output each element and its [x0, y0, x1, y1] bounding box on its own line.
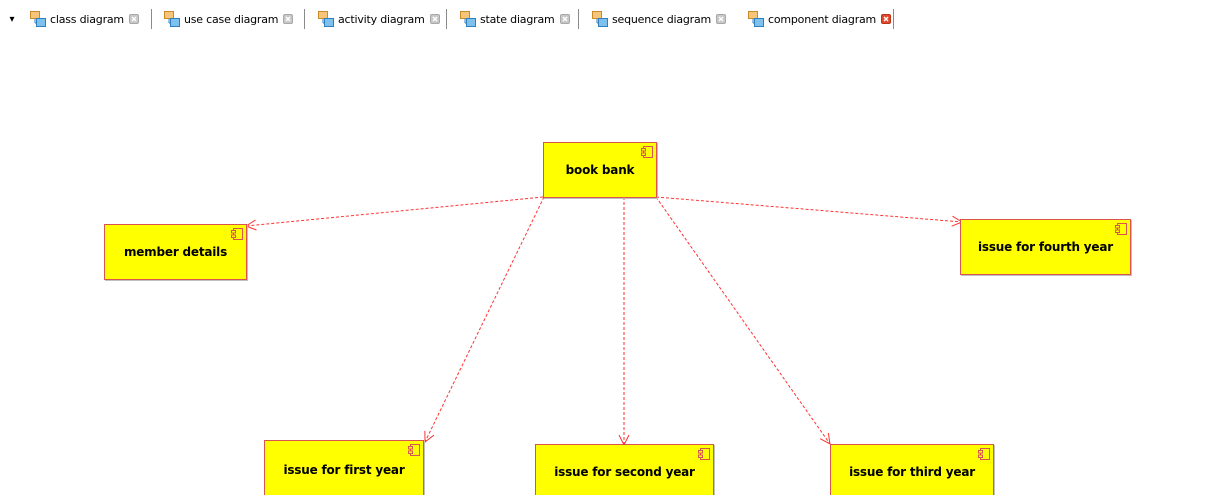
tab-use-case-diagram[interactable]: use case diagram: [164, 9, 293, 29]
tab-activity-diagram[interactable]: activity diagram: [318, 9, 440, 29]
component-icon: [408, 444, 420, 456]
component-name: book bank: [565, 163, 635, 177]
tab-sequence-diagram[interactable]: sequence diagram: [592, 9, 726, 29]
tab-separator: [578, 9, 579, 29]
component-diagram-icon: [748, 11, 764, 27]
tab-label: activity diagram: [338, 12, 425, 26]
dependency-arrow[interactable]: [425, 196, 545, 442]
tab-label: component diagram: [768, 12, 877, 26]
close-tab-icon[interactable]: [716, 14, 726, 24]
close-tab-icon[interactable]: [881, 14, 891, 24]
close-tab-icon[interactable]: [430, 14, 440, 24]
tab-label: state diagram: [480, 12, 555, 26]
dependency-arrow[interactable]: [246, 196, 544, 226]
component-book-bank[interactable]: book bank: [543, 142, 657, 198]
tab-component-diagram[interactable]: component diagram: [748, 9, 891, 29]
close-tab-icon[interactable]: [560, 14, 570, 24]
tab-separator: [446, 9, 447, 29]
tab-label: class diagram: [50, 12, 124, 26]
tab-scroll-left-icon[interactable]: ▾: [9, 13, 15, 27]
component-icon: [978, 448, 990, 460]
component-diagram-canvas[interactable]: book bank member details issue for fourt…: [0, 36, 1208, 495]
component-icon: [231, 228, 243, 240]
tab-separator: [304, 9, 305, 29]
component-name: issue for second year: [554, 465, 695, 479]
tab-class-diagram[interactable]: class diagram: [30, 9, 139, 29]
state-diagram-icon: [460, 11, 476, 27]
use-case-diagram-icon: [164, 11, 180, 27]
component-name: issue for fourth year: [978, 240, 1113, 254]
component-icon: [1115, 223, 1127, 235]
tab-label: use case diagram: [184, 12, 279, 26]
activity-diagram-icon: [318, 11, 334, 27]
class-diagram-icon: [30, 11, 46, 27]
component-name: member details: [123, 245, 228, 259]
component-issue-for-first-year[interactable]: issue for first year: [264, 440, 424, 495]
tab-separator: [151, 9, 152, 29]
tab-separator: [893, 9, 894, 29]
component-icon: [698, 448, 710, 460]
component-issue-for-third-year[interactable]: issue for third year: [830, 444, 994, 495]
close-tab-icon[interactable]: [283, 14, 293, 24]
component-name: issue for first year: [283, 463, 405, 477]
component-issue-for-second-year[interactable]: issue for second year: [535, 444, 714, 495]
component-name: issue for third year: [849, 465, 975, 479]
component-member-details[interactable]: member details: [104, 224, 247, 280]
dependency-arrow[interactable]: [655, 196, 962, 222]
close-tab-icon[interactable]: [129, 14, 139, 24]
tab-label: sequence diagram: [612, 12, 712, 26]
diagram-tab-bar: ▾ class diagram use case diagram activit…: [0, 0, 1208, 36]
sequence-diagram-icon: [592, 11, 608, 27]
component-icon: [641, 146, 653, 158]
component-issue-for-fourth-year[interactable]: issue for fourth year: [960, 219, 1131, 275]
tab-state-diagram[interactable]: state diagram: [460, 9, 570, 29]
dependency-arrow[interactable]: [655, 196, 830, 444]
